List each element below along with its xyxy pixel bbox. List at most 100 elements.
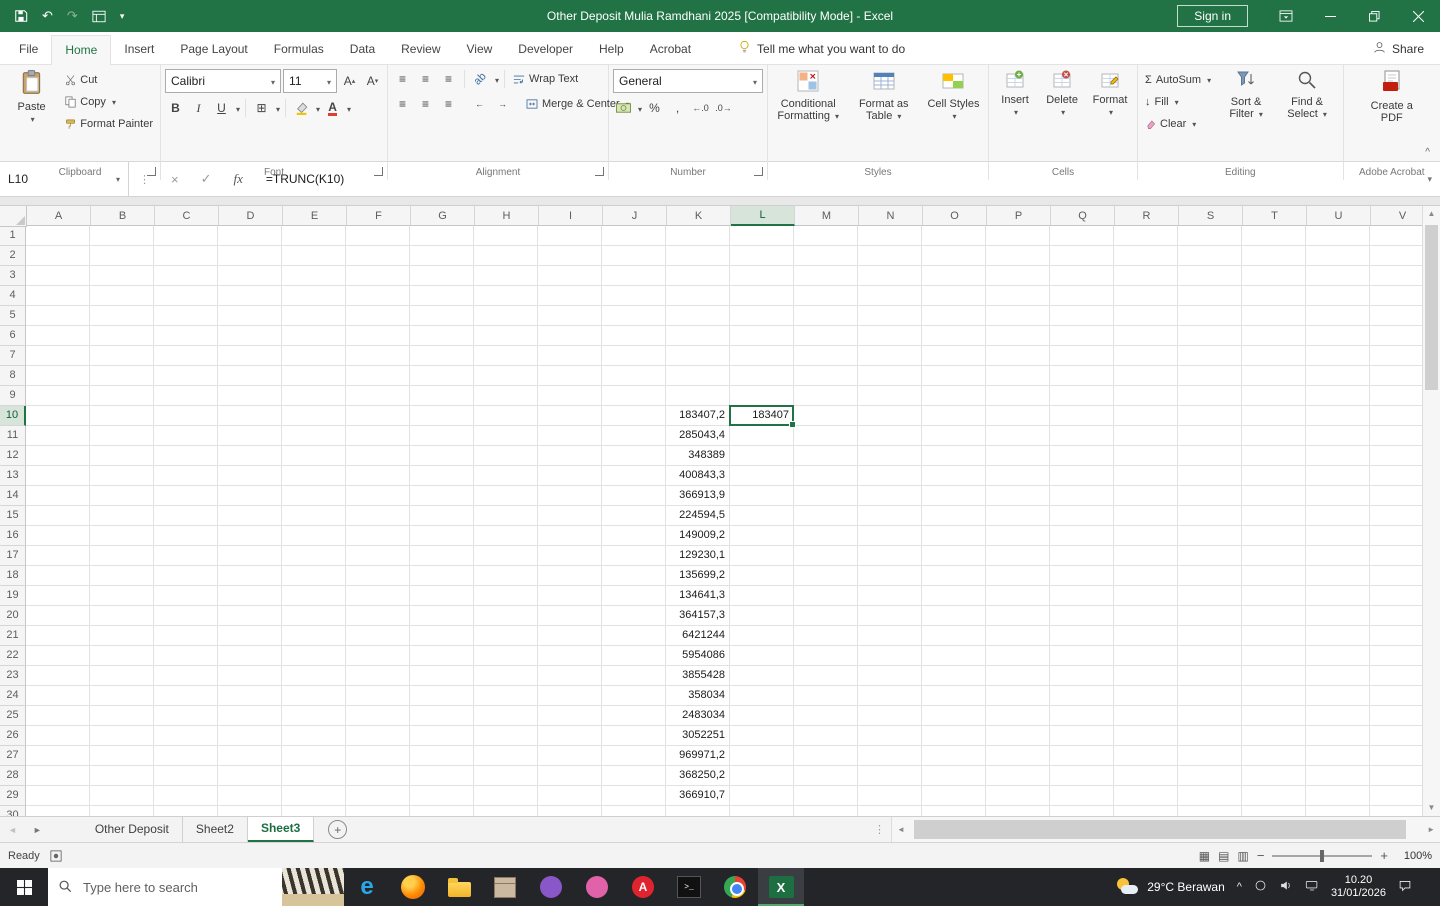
cell-U5[interactable] [1306,306,1370,326]
cell-K11[interactable]: 285043,4 [666,426,730,446]
column-header-A[interactable]: A [27,206,91,226]
cell-U22[interactable] [1306,646,1370,666]
cell-I17[interactable] [538,546,602,566]
cell-Q9[interactable] [1050,386,1114,406]
orientation-button[interactable]: ab [470,69,491,89]
vertical-scrollbar[interactable]: ▲ ▼ [1422,206,1440,816]
cell-K12[interactable]: 348389 [666,446,730,466]
cell-M15[interactable] [794,506,858,526]
row-header-13[interactable]: 13 [0,466,26,486]
cell-P17[interactable] [986,546,1050,566]
cell-T21[interactable] [1242,626,1306,646]
cell-T15[interactable] [1242,506,1306,526]
cell-I23[interactable] [538,666,602,686]
cell-F16[interactable] [346,526,410,546]
underline-button[interactable]: U [211,98,232,118]
cell-N23[interactable] [858,666,922,686]
row-header-12[interactable]: 12 [0,446,26,466]
cell-R5[interactable] [1114,306,1178,326]
cell-T7[interactable] [1242,346,1306,366]
cell-S30[interactable] [1178,806,1242,816]
cell-B20[interactable] [90,606,154,626]
tab-view[interactable]: View [454,34,506,64]
cell-F3[interactable] [346,266,410,286]
decrease-decimal-button[interactable]: .0→ [713,98,734,118]
cell-O6[interactable] [922,326,986,346]
cell-O19[interactable] [922,586,986,606]
bold-button[interactable]: B [165,98,186,118]
vertical-scrollbar-thumb[interactable] [1425,225,1438,390]
cell-D24[interactable] [218,686,282,706]
cell-M27[interactable] [794,746,858,766]
cell-E26[interactable] [282,726,346,746]
cell-I5[interactable] [538,306,602,326]
cell-M13[interactable] [794,466,858,486]
copy-dropdown-icon[interactable] [110,96,116,108]
cell-E6[interactable] [282,326,346,346]
cell-R18[interactable] [1114,566,1178,586]
cell-F12[interactable] [346,446,410,466]
cell-T19[interactable] [1242,586,1306,606]
cell-N24[interactable] [858,686,922,706]
cell-H5[interactable] [474,306,538,326]
cell-T4[interactable] [1242,286,1306,306]
cell-U24[interactable] [1306,686,1370,706]
clear-dropdown-icon[interactable] [1190,118,1196,130]
increase-decimal-button[interactable]: ←.0 [690,98,711,118]
cell-M22[interactable] [794,646,858,666]
cell-R29[interactable] [1114,786,1178,806]
cell-O5[interactable] [922,306,986,326]
cell-E27[interactable] [282,746,346,766]
cell-G16[interactable] [410,526,474,546]
cell-R6[interactable] [1114,326,1178,346]
cell-T18[interactable] [1242,566,1306,586]
cell-M21[interactable] [794,626,858,646]
cell-K16[interactable]: 149009,2 [666,526,730,546]
sheet-nav-next-icon[interactable]: ► [25,817,50,842]
tab-help[interactable]: Help [586,34,637,64]
cell-T29[interactable] [1242,786,1306,806]
cell-N21[interactable] [858,626,922,646]
cell-G18[interactable] [410,566,474,586]
cell-T11[interactable] [1242,426,1306,446]
column-header-H[interactable]: H [475,206,539,226]
cell-O25[interactable] [922,706,986,726]
cell-F15[interactable] [346,506,410,526]
cell-M4[interactable] [794,286,858,306]
cell-A20[interactable] [26,606,90,626]
cell-C28[interactable] [154,766,218,786]
column-header-K[interactable]: K [667,206,731,226]
font-dialog-launcher[interactable] [374,167,383,176]
normal-view-button[interactable]: ▦ [1199,849,1210,863]
cell-O27[interactable] [922,746,986,766]
cell-G22[interactable] [410,646,474,666]
cell-styles-dropdown-icon[interactable] [950,110,956,122]
cell-S17[interactable] [1178,546,1242,566]
cell-N15[interactable] [858,506,922,526]
sign-in-button[interactable]: Sign in [1177,5,1248,27]
cell-A18[interactable] [26,566,90,586]
column-header-L[interactable]: L [731,206,795,226]
cell-B28[interactable] [90,766,154,786]
cell-R25[interactable] [1114,706,1178,726]
cell-L9[interactable] [730,386,794,406]
cell-M12[interactable] [794,446,858,466]
cell-A15[interactable] [26,506,90,526]
cell-M17[interactable] [794,546,858,566]
cell-L27[interactable] [730,746,794,766]
action-center-icon[interactable] [1398,879,1412,895]
cell-B23[interactable] [90,666,154,686]
cell-R12[interactable] [1114,446,1178,466]
cell-B16[interactable] [90,526,154,546]
taskbar-edge-button[interactable]: e [344,868,390,906]
cell-L18[interactable] [730,566,794,586]
cell-O11[interactable] [922,426,986,446]
cell-S18[interactable] [1178,566,1242,586]
cell-U17[interactable] [1306,546,1370,566]
cell-K30[interactable] [666,806,730,816]
cell-R15[interactable] [1114,506,1178,526]
cell-H28[interactable] [474,766,538,786]
font-color-button[interactable]: A [322,98,343,118]
cell-C8[interactable] [154,366,218,386]
cell-N22[interactable] [858,646,922,666]
